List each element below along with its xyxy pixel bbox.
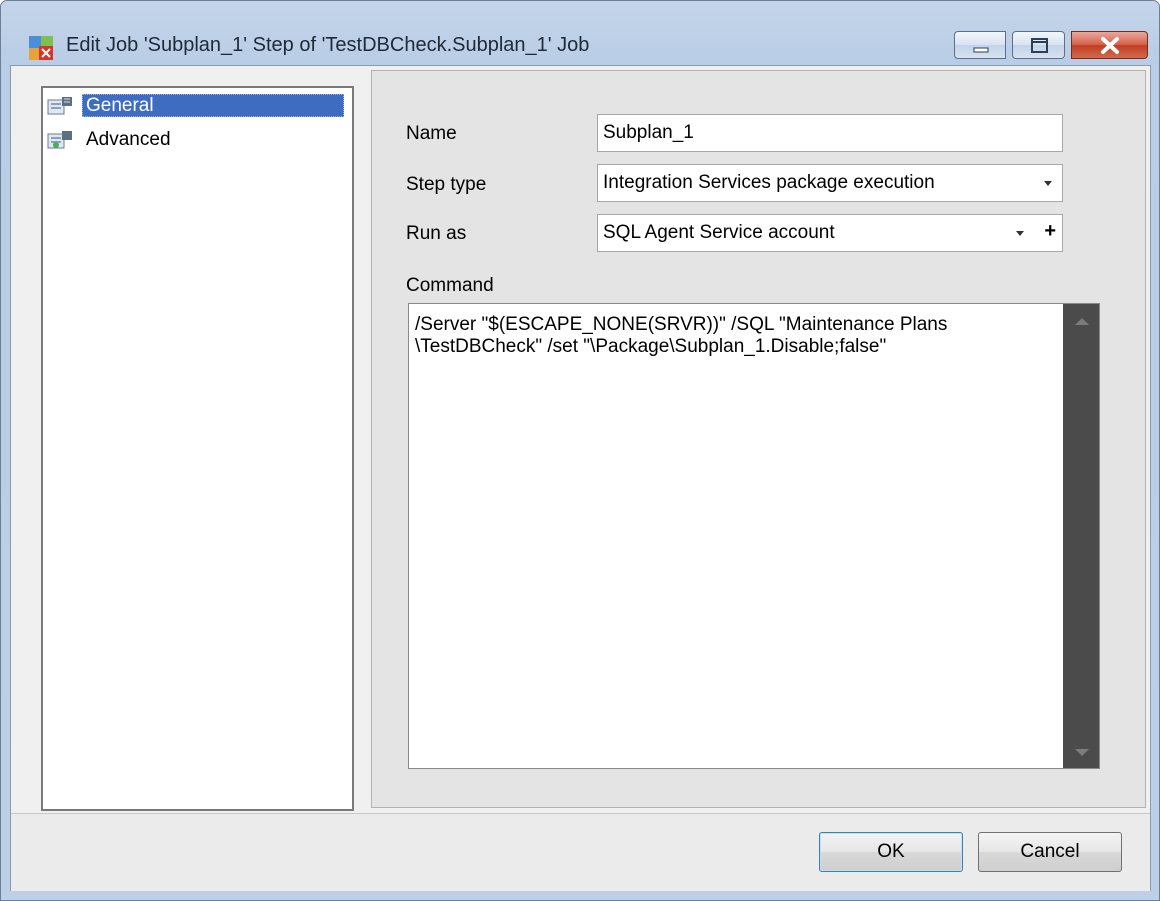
scroll-down-icon[interactable]	[1075, 749, 1089, 756]
run-as-select[interactable]: SQL Agent Service account +	[597, 214, 1063, 252]
run-as-label: Run as	[406, 223, 467, 244]
step-type-value: Integration Services package execution	[603, 172, 935, 193]
cancel-button[interactable]: Cancel	[978, 832, 1122, 872]
close-button[interactable]	[1071, 31, 1148, 59]
job-step-icon	[47, 131, 72, 149]
dialog-window: Edit Job 'Subplan_1' Step of 'TestDBChec…	[0, 0, 1160, 901]
app-icon	[29, 36, 53, 60]
name-label: Name	[406, 123, 457, 144]
nav-item-advanced[interactable]: Advanced	[46, 126, 348, 154]
dialog-footer: OK Cancel	[11, 813, 1150, 891]
chevron-down-icon[interactable]	[1016, 231, 1024, 236]
nav-item-label: Advanced	[86, 129, 171, 150]
name-field[interactable]	[597, 114, 1063, 152]
add-account-button[interactable]: +	[1044, 220, 1056, 243]
scroll-up-icon[interactable]	[1075, 318, 1089, 325]
chevron-down-icon[interactable]	[1044, 181, 1052, 186]
command-textarea[interactable]: /Server "$(ESCAPE_NONE(SRVR))" /SQL "Mai…	[408, 303, 1100, 769]
run-as-value: SQL Agent Service account	[603, 222, 835, 243]
ok-button[interactable]: OK	[819, 832, 963, 872]
job-step-icon	[47, 97, 72, 115]
nav-item-general[interactable]: General	[46, 92, 348, 120]
command-text[interactable]: /Server "$(ESCAPE_NONE(SRVR))" /SQL "Mai…	[415, 314, 1055, 358]
dialog-client-area: General Advanced Name Step type Integrat…	[10, 65, 1151, 891]
close-icon	[1101, 37, 1119, 54]
step-type-label: Step type	[406, 174, 487, 195]
minimize-icon	[973, 47, 989, 53]
maximize-icon	[1031, 38, 1048, 53]
minimize-button[interactable]	[954, 31, 1006, 59]
command-scrollbar[interactable]	[1063, 304, 1099, 768]
general-settings-panel: Name Step type Integration Services pack…	[371, 70, 1146, 808]
command-label: Command	[406, 275, 494, 296]
navigation-tree: General Advanced	[41, 86, 354, 811]
title-bar[interactable]: Edit Job 'Subplan_1' Step of 'TestDBChec…	[1, 1, 1159, 63]
step-type-select[interactable]: Integration Services package execution	[597, 164, 1063, 202]
nav-item-label: General	[82, 94, 344, 117]
maximize-button[interactable]	[1012, 31, 1065, 59]
window-title: Edit Job 'Subplan_1' Step of 'TestDBChec…	[66, 34, 590, 56]
